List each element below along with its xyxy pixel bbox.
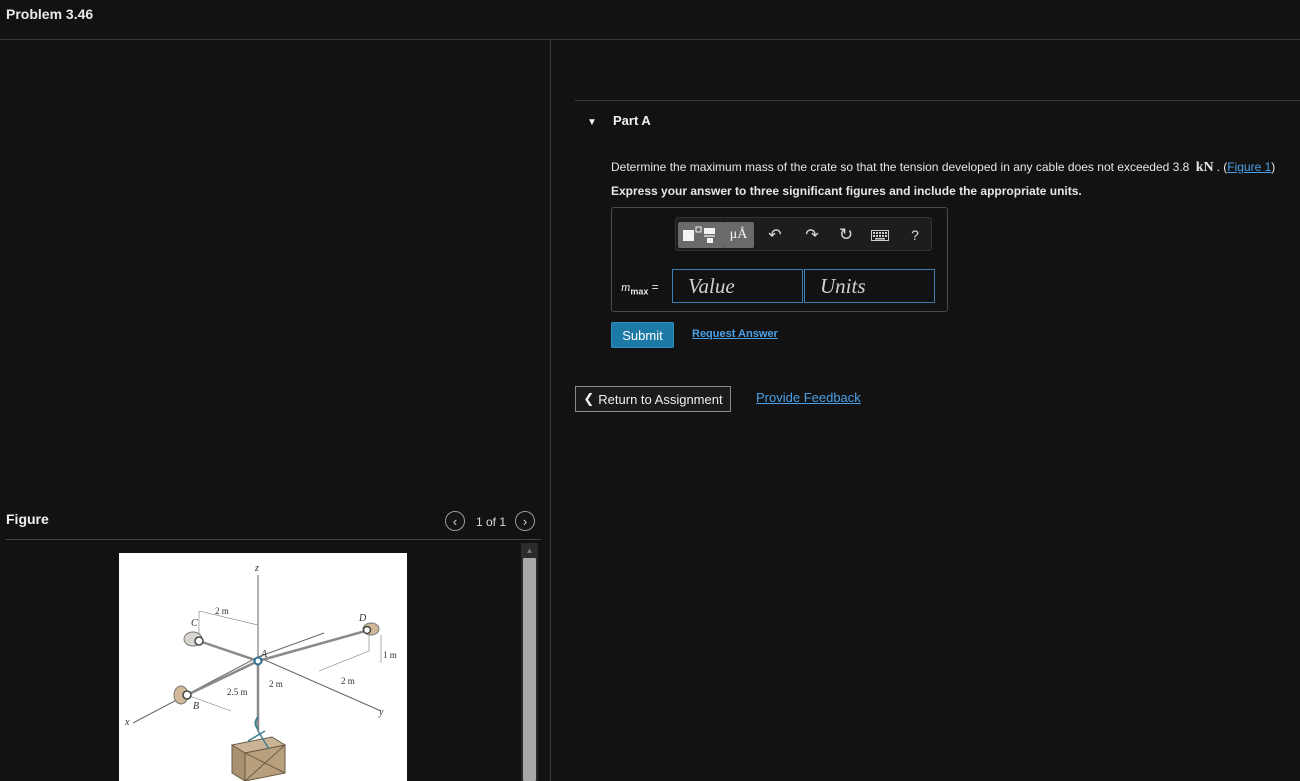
point-label-c: C [191,618,198,629]
header-divider [0,39,1300,40]
dim-label-2-5m: 2.5 m [227,687,248,697]
point-label-b: B [193,701,199,712]
equals-sign: = [651,280,659,294]
previous-figure-button[interactable]: ‹ [445,511,465,531]
point-label-d: D [358,613,367,624]
problem-title: Problem 3.46 [6,6,94,22]
instruction-text: Express your answer to three significant… [611,184,1082,198]
point-label-a: A [260,649,268,660]
keyboard-icon[interactable] [868,226,892,244]
templates-icon [683,226,715,243]
units-symbols-button[interactable]: μÅ [723,222,754,248]
question-suffix-close: ) [1271,160,1276,174]
return-to-assignment-button[interactable]: ❮ Return to Assignment [575,386,731,412]
chevron-right-icon: › [522,513,528,529]
figure-divider [6,539,541,540]
axis-label-y: y [378,707,384,718]
dim-label-2m-mid: 2 m [269,679,283,689]
part-title[interactable]: Part A [613,113,651,128]
scrollbar-thumb[interactable] [523,558,536,781]
undo-icon[interactable]: ↶ [763,224,787,246]
provide-feedback-link[interactable]: Provide Feedback [756,390,861,405]
scroll-up-icon[interactable]: ▲ [521,543,538,557]
variable-subscript: max [630,286,649,297]
dim-label-2m-right: 2 m [341,676,355,686]
answer-box: μÅ ↶ ↷ ↻ ? mmax = [611,207,948,312]
question-text: Determine the maximum mass of the crate … [611,160,1275,176]
reset-icon[interactable]: ↻ [834,224,858,246]
figure-pager: 1 of 1 [476,515,507,529]
variable-label: mmax = [621,279,659,297]
problem-figure: z x y A B C D 2 m 1 m 2.5 m 2 m 2 m [119,553,407,781]
redo-icon[interactable]: ↷ [800,224,824,246]
variable-symbol: m [621,279,631,294]
collapse-triangle-icon[interactable]: ▼ [587,117,597,128]
help-button[interactable]: ? [905,224,925,246]
submit-button[interactable]: Submit [611,322,674,348]
next-figure-button[interactable]: › [515,511,535,531]
dim-label-2m-top: 2 m [215,606,229,616]
question-prefix: Determine the maximum mass of the crate … [611,160,1190,174]
return-label: Return to Assignment [598,391,723,407]
chevron-left-icon: ❮ [583,391,595,406]
value-input[interactable] [672,269,803,303]
part-divider [575,100,1300,101]
question-suffix-open: . ( [1216,160,1228,174]
axis-label-z: z [254,563,259,574]
templates-button[interactable] [678,222,724,248]
units-input[interactable] [804,269,935,303]
dim-label-1m: 1 m [383,650,397,660]
question-unit: kN [1195,160,1214,175]
request-answer-link[interactable]: Request Answer [692,328,778,340]
axis-label-x: x [124,717,130,728]
figure-heading: Figure [6,511,49,527]
panel-divider [550,40,551,781]
answer-toolbar: μÅ ↶ ↷ ↻ ? [675,217,932,251]
figure-scrollbar[interactable]: ▲ [521,543,538,781]
figure-link[interactable]: Figure 1 [1227,160,1271,174]
chevron-left-icon: ‹ [452,513,458,529]
